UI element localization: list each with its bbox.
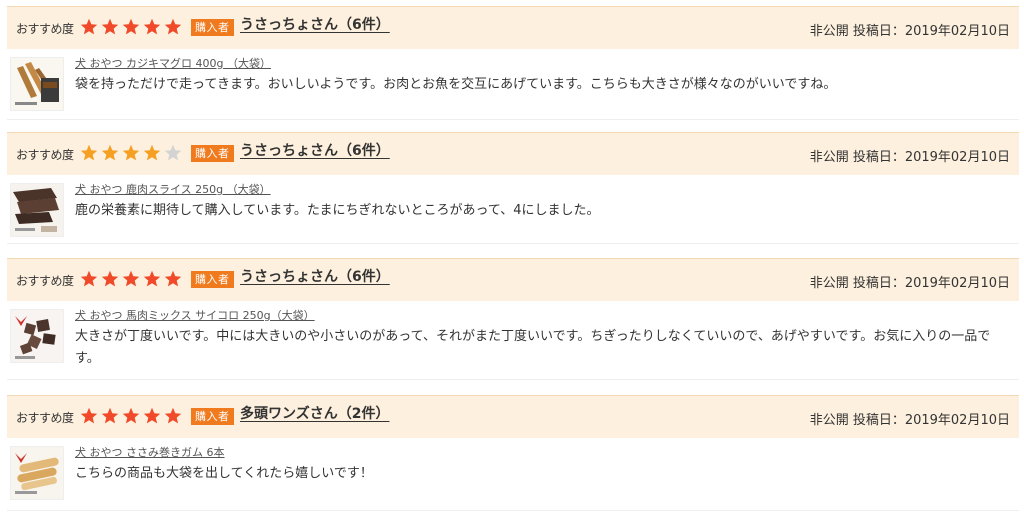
reviewer-name-link[interactable]: うさっちょさん（6件） bbox=[240, 140, 390, 160]
product-link[interactable]: 犬 おやつ カジキマグロ 400g （大袋） bbox=[75, 55, 271, 71]
star-filled-icon bbox=[164, 270, 182, 287]
star-filled-icon bbox=[143, 18, 161, 35]
venison-thumbnail-icon[interactable] bbox=[10, 183, 64, 237]
star-filled-icon bbox=[143, 270, 161, 287]
star-rating bbox=[80, 407, 182, 425]
post-meta: 非公開 投稿日：2019年02月10日 bbox=[809, 276, 1010, 291]
review-comment: 袋を持っただけで走ってきます。おいしいようです。お肉とお魚を交互にあげています。… bbox=[75, 77, 837, 92]
star-filled-icon bbox=[143, 144, 161, 161]
star-rating bbox=[80, 18, 182, 36]
review-header: おすすめ度 購入者 うさっちょさん（6件） 非公開 投稿日：2019年02月10… bbox=[7, 132, 1019, 175]
review-list: おすすめ度 購入者 うさっちょさん（6件） 非公開 投稿日：2019年02月10… bbox=[0, 0, 1024, 519]
star-filled-icon bbox=[101, 407, 119, 424]
star-filled-icon bbox=[122, 144, 140, 161]
star-filled-icon bbox=[143, 407, 161, 424]
review-item: おすすめ度 購入者 うさっちょさん（6件） 非公開 投稿日：2019年02月10… bbox=[7, 132, 1019, 244]
review-comment: 大きさが丁度いいです。中には大きいのや小さいのがあって、それがまた丁度いいです。… bbox=[75, 329, 991, 366]
product-link[interactable]: 犬 おやつ ささみ巻きガム 6本 bbox=[75, 444, 225, 460]
recommend-label: おすすめ度 bbox=[16, 411, 74, 425]
buyer-badge: 購入者 bbox=[191, 19, 234, 36]
review-item: おすすめ度 購入者 うさっちょさん（6件） 非公開 投稿日：2019年02月10… bbox=[7, 258, 1019, 380]
star-filled-icon bbox=[80, 270, 98, 287]
recommend-label: おすすめ度 bbox=[16, 22, 74, 36]
star-filled-icon bbox=[101, 144, 119, 161]
review-comment: こちらの商品も大袋を出してくれたら嬉しいです！ bbox=[75, 466, 373, 481]
review-body: 犬 おやつ 鹿肉スライス 250g （大袋） 鹿の栄養素に期待して購入しています… bbox=[7, 175, 1019, 244]
star-filled-icon bbox=[122, 270, 140, 287]
star-rating bbox=[80, 270, 182, 288]
post-meta: 非公開 投稿日：2019年02月10日 bbox=[809, 150, 1010, 165]
reviewer-name-link[interactable]: 多頭ワンズさん（2件） bbox=[240, 403, 389, 423]
review-header: おすすめ度 購入者 うさっちょさん（6件） 非公開 投稿日：2019年02月10… bbox=[7, 258, 1019, 301]
star-filled-icon bbox=[122, 18, 140, 35]
star-filled-icon bbox=[101, 18, 119, 35]
recommend-label: おすすめ度 bbox=[16, 148, 74, 162]
review-comment: 鹿の栄養素に期待して購入しています。たまにちぎれないところがあって、4にしました… bbox=[75, 203, 600, 218]
buyer-badge: 購入者 bbox=[191, 145, 234, 162]
jerky-thumbnail-icon[interactable] bbox=[10, 57, 64, 111]
review-body: 犬 おやつ 馬肉ミックス サイコロ 250g（大袋） 大きさが丁度いいです。中に… bbox=[7, 301, 1019, 380]
review-header: おすすめ度 購入者 多頭ワンズさん（2件） 非公開 投稿日：2019年02月10… bbox=[7, 395, 1019, 438]
buyer-badge: 購入者 bbox=[191, 408, 234, 425]
reviewer-name-link[interactable]: うさっちょさん（6件） bbox=[240, 14, 390, 34]
horse-meat-thumbnail-icon[interactable] bbox=[10, 309, 64, 363]
review-item: おすすめ度 購入者 うさっちょさん（6件） 非公開 投稿日：2019年02月10… bbox=[7, 6, 1019, 120]
buyer-badge: 購入者 bbox=[191, 271, 234, 288]
star-filled-icon bbox=[80, 407, 98, 424]
review-item: おすすめ度 購入者 多頭ワンズさん（2件） 非公開 投稿日：2019年02月10… bbox=[7, 395, 1019, 511]
product-link[interactable]: 犬 おやつ 鹿肉スライス 250g （大袋） bbox=[75, 181, 271, 197]
star-rating bbox=[80, 144, 182, 162]
star-filled-icon bbox=[101, 270, 119, 287]
post-meta: 非公開 投稿日：2019年02月10日 bbox=[809, 24, 1010, 39]
review-body: 犬 おやつ カジキマグロ 400g （大袋） 袋を持っただけで走ってきます。おい… bbox=[7, 49, 1019, 120]
star-filled-icon bbox=[164, 407, 182, 424]
star-filled-icon bbox=[80, 18, 98, 35]
product-link[interactable]: 犬 おやつ 馬肉ミックス サイコロ 250g（大袋） bbox=[75, 307, 315, 323]
post-meta: 非公開 投稿日：2019年02月10日 bbox=[809, 413, 1010, 428]
review-body: 犬 おやつ ささみ巻きガム 6本 こちらの商品も大袋を出してくれたら嬉しいです！ bbox=[7, 438, 1019, 511]
star-filled-icon bbox=[122, 407, 140, 424]
recommend-label: おすすめ度 bbox=[16, 274, 74, 288]
star-filled-icon bbox=[164, 18, 182, 35]
star-filled-icon bbox=[80, 144, 98, 161]
star-empty-icon bbox=[164, 144, 182, 161]
chicken-gum-thumbnail-icon[interactable] bbox=[10, 446, 64, 500]
reviewer-name-link[interactable]: うさっちょさん（6件） bbox=[240, 266, 390, 286]
review-header: おすすめ度 購入者 うさっちょさん（6件） 非公開 投稿日：2019年02月10… bbox=[7, 6, 1019, 49]
